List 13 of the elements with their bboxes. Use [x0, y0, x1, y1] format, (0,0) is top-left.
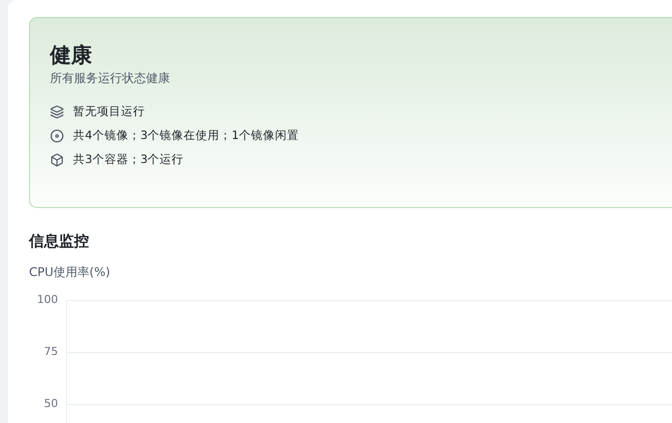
status-item: 共4个镜像；3个镜像在使用；1个镜像闲置 — [73, 128, 299, 143]
y-axis-label: 100 — [37, 294, 58, 306]
layers-icon — [50, 104, 64, 118]
status-subtitle: 所有服务运行状态健康 — [50, 70, 171, 86]
cube-icon — [50, 152, 64, 166]
status-item: 共3个容器；3个运行 — [73, 152, 184, 167]
y-axis-label: 75 — [44, 346, 58, 358]
section-title: 信息监控 — [29, 231, 90, 251]
disc-icon — [50, 128, 64, 142]
status-item: 暂无项目运行 — [73, 104, 145, 119]
y-axis-label: 50 — [44, 398, 58, 410]
chart-title: CPU使用率(%) — [29, 264, 112, 280]
status-title: 健康 — [50, 42, 93, 69]
